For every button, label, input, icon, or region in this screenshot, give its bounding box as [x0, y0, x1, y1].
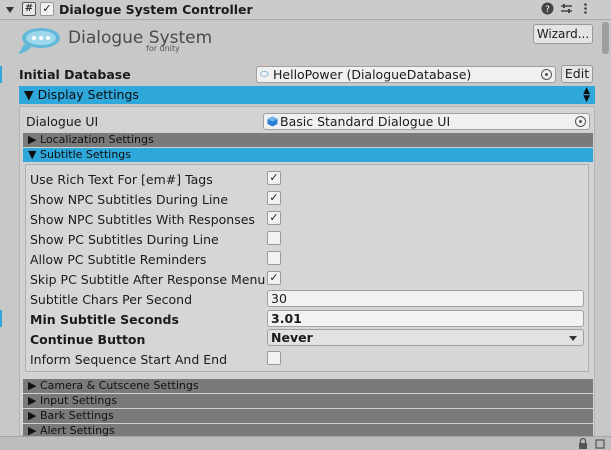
input-settings-foldout[interactable]: ▶ Input Settings — [23, 394, 593, 408]
chevron-down-icon — [569, 336, 577, 341]
dialogue-ui-label: Dialogue UI — [26, 114, 99, 129]
svg-text:?: ? — [545, 5, 550, 15]
inform-sequence-label: Inform Sequence Start And End — [30, 352, 228, 367]
object-picker-icon[interactable] — [541, 69, 552, 80]
object-picker-icon[interactable] — [575, 116, 586, 127]
setting-label: Skip PC Subtitle After Response Menu — [30, 272, 266, 287]
min-subtitle-seconds-label: Min Subtitle Seconds — [30, 312, 179, 327]
inform-sequence-checkbox[interactable] — [267, 351, 281, 365]
subtitle-settings-foldout[interactable]: ▼ Subtitle Settings — [23, 148, 593, 162]
chevron-down-icon[interactable] — [6, 7, 14, 13]
dialogue-ui-value: Basic Standard Dialogue UI — [280, 114, 451, 129]
npc-subtitles-line-checkbox[interactable]: ✓ — [267, 191, 281, 205]
preset-icon[interactable] — [559, 2, 573, 16]
chars-per-second-input[interactable]: 30 — [267, 290, 584, 307]
setting-label: Use Rich Text For [em#] Tags — [30, 172, 213, 187]
min-subtitle-seconds-input[interactable]: 3.01 — [267, 310, 584, 327]
scrollbar-thumb[interactable] — [602, 22, 609, 54]
section-label: ▶ Bark Settings — [28, 409, 114, 422]
vertical-scrollbar[interactable] — [600, 20, 611, 435]
localization-settings-foldout[interactable]: ▶ Localization Settings — [23, 133, 593, 147]
more-icon[interactable] — [578, 2, 592, 16]
initial-database-label: Initial Database — [19, 67, 131, 82]
section-label: ▶ Input Settings — [28, 394, 118, 407]
rich-text-checkbox[interactable]: ✓ — [267, 171, 281, 185]
subtitle-settings-label: ▼ Subtitle Settings — [28, 148, 132, 161]
dialogue-system-logo-icon — [16, 26, 62, 54]
setting-label: Show PC Subtitles During Line — [30, 232, 219, 247]
component-title: Dialogue System Controller — [59, 2, 253, 17]
database-icon: ⬭ — [260, 69, 269, 80]
sort-arrows-icon: ▲ ▼ — [583, 86, 590, 104]
logo-title: Dialogue System — [68, 28, 213, 48]
initial-database-value: HelloPower (DialogueDatabase) — [273, 67, 472, 82]
continue-button-label: Continue Button — [30, 332, 146, 347]
inspector-footer — [0, 436, 611, 450]
continue-button-dropdown[interactable]: Never — [267, 329, 584, 346]
section-label: ▶ Alert Settings — [28, 424, 115, 436]
npc-subtitles-responses-checkbox[interactable]: ✓ — [267, 211, 281, 225]
camera-cutscene-settings-foldout[interactable]: ▶ Camera & Cutscene Settings — [23, 379, 593, 393]
chars-per-second-label: Subtitle Chars Per Second — [30, 292, 193, 307]
pc-subtitle-reminders-checkbox[interactable] — [267, 251, 281, 265]
lock-icon[interactable] — [578, 437, 588, 450]
logo-subtitle: for unity — [146, 44, 180, 53]
display-settings-foldout[interactable]: ▼ Display Settings ▲ ▼ — [19, 86, 595, 104]
maximize-icon[interactable] — [595, 438, 605, 450]
localization-settings-label: ▶ Localization Settings — [28, 133, 154, 146]
display-settings-label: ▼ Display Settings — [24, 87, 139, 102]
dialogue-ui-field[interactable]: Basic Standard Dialogue UI — [263, 113, 590, 130]
bark-settings-foldout[interactable]: ▶ Bark Settings — [23, 409, 593, 423]
override-marker — [0, 310, 2, 327]
component-enabled-checkbox[interactable]: ✓ — [40, 2, 54, 16]
alert-settings-foldout[interactable]: ▶ Alert Settings — [23, 424, 593, 436]
initial-database-field[interactable]: ⬭ HelloPower (DialogueDatabase) — [256, 66, 556, 83]
help-icon[interactable]: ? — [540, 2, 554, 16]
override-marker — [0, 66, 2, 83]
pc-subtitles-line-checkbox[interactable] — [267, 231, 281, 245]
script-icon: # — [22, 2, 36, 16]
prefab-cube-icon — [267, 116, 278, 130]
setting-label: Allow PC Subtitle Reminders — [30, 252, 207, 267]
wizard-button[interactable]: Wizard... — [533, 24, 593, 44]
edit-database-button[interactable]: Edit — [561, 65, 593, 83]
setting-label: Show NPC Subtitles During Line — [30, 192, 229, 207]
setting-label: Show NPC Subtitles With Responses — [30, 212, 255, 227]
section-label: ▶ Camera & Cutscene Settings — [28, 379, 199, 392]
continue-button-value: Never — [271, 330, 313, 345]
skip-pc-subtitle-checkbox[interactable]: ✓ — [267, 271, 281, 285]
